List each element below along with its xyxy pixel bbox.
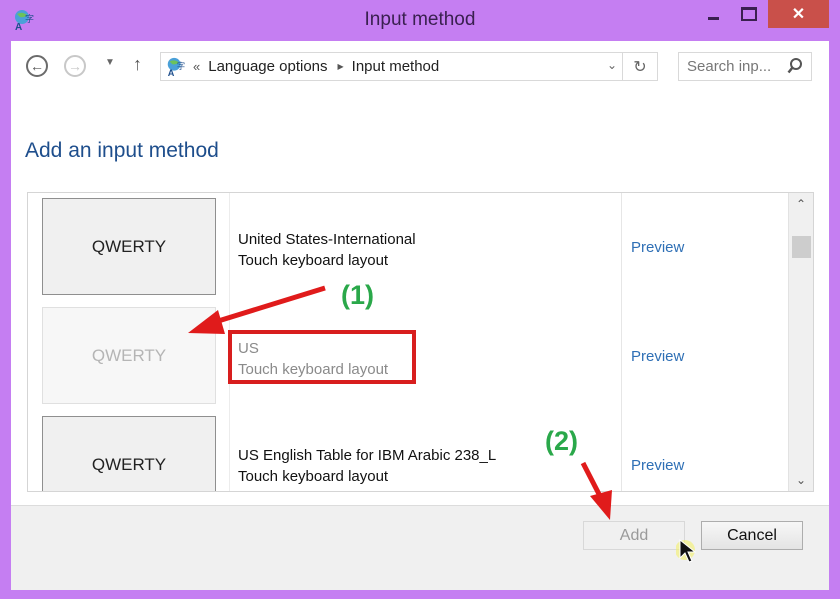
- keyboard-layout-tile[interactable]: QWERTY: [42, 416, 216, 491]
- up-button[interactable]: ↑: [133, 54, 142, 75]
- minimize-button[interactable]: [698, 0, 728, 28]
- recent-locations-button[interactable]: ▼: [105, 57, 115, 68]
- svg-text:A: A: [168, 68, 175, 78]
- window-content: ← → ▼ ↑ A 字 « Language options ▶ Input m…: [11, 41, 829, 590]
- close-button[interactable]: ✕: [768, 0, 829, 28]
- scroll-up-icon[interactable]: ⌃: [789, 197, 813, 211]
- title-bar: A 字 Input method ✕: [0, 0, 840, 40]
- tile-divider: [229, 193, 230, 302]
- back-button[interactable]: ←: [26, 55, 48, 77]
- navigation-bar: ← → ▼ ↑ A 字 « Language options ▶ Input m…: [11, 41, 829, 91]
- annotation-step-2: (2): [545, 426, 578, 456]
- breadcrumb-language-options[interactable]: Language options: [208, 58, 327, 75]
- dialog-footer: Add Cancel: [11, 505, 829, 590]
- cancel-button[interactable]: Cancel: [701, 521, 803, 550]
- preview-link[interactable]: Preview: [631, 348, 684, 365]
- vertical-scrollbar[interactable]: ⌃ ⌄: [788, 193, 813, 491]
- add-button[interactable]: Add: [583, 521, 685, 550]
- item-type: Touch keyboard layout: [238, 468, 389, 485]
- breadcrumb-overflow-icon[interactable]: «: [193, 59, 200, 74]
- item-type: Touch keyboard layout: [238, 252, 389, 269]
- preview-link[interactable]: Preview: [631, 239, 684, 256]
- maximize-button[interactable]: [734, 0, 764, 28]
- keyboard-layout-tile[interactable]: QWERTY: [42, 198, 216, 295]
- list-item[interactable]: QWERTY US English Table for IBM Arabic 2…: [28, 411, 790, 491]
- breadcrumb-separator-icon[interactable]: ▶: [338, 62, 344, 71]
- minimize-icon: [707, 16, 719, 20]
- address-dropdown-icon[interactable]: ⌄: [607, 58, 617, 72]
- forward-arrow-icon: →: [68, 58, 82, 74]
- page-title: Add an input method: [25, 139, 219, 162]
- scrollbar-thumb[interactable]: [792, 236, 811, 258]
- search-input[interactable]: [685, 57, 787, 76]
- maximize-icon: [741, 7, 757, 21]
- input-method-list: QWERTY United States-International Touch…: [27, 192, 814, 492]
- close-icon: ✕: [791, 6, 806, 23]
- svg-text:字: 字: [177, 60, 185, 70]
- scroll-down-icon[interactable]: ⌄: [789, 473, 813, 487]
- up-arrow-icon: ↑: [133, 54, 142, 74]
- item-name: US English Table for IBM Arabic 238_L: [238, 447, 497, 464]
- back-arrow-icon: ←: [30, 58, 44, 74]
- search-icon[interactable]: [787, 57, 803, 75]
- preview-link[interactable]: Preview: [631, 457, 684, 474]
- item-description: United States-International Touch keyboa…: [238, 229, 416, 271]
- annotation-highlight-box: [228, 330, 416, 384]
- keyboard-layout-tile: QWERTY: [42, 307, 216, 404]
- refresh-icon: ↻: [633, 58, 647, 76]
- mouse-cursor-icon: [676, 538, 697, 563]
- forward-button[interactable]: →: [64, 55, 86, 77]
- annotation-step-1: (1): [341, 280, 374, 310]
- search-box[interactable]: [678, 52, 812, 81]
- tile-divider: [229, 411, 230, 491]
- refresh-button[interactable]: ↻: [622, 53, 657, 80]
- list-item[interactable]: QWERTY United States-International Touch…: [28, 193, 790, 302]
- language-globe-icon: A 字: [167, 57, 185, 78]
- item-name: United States-International: [238, 231, 416, 248]
- breadcrumb-input-method[interactable]: Input method: [352, 58, 440, 75]
- chevron-down-icon: ▼: [105, 57, 115, 68]
- item-description: US English Table for IBM Arabic 238_L To…: [238, 445, 496, 487]
- address-bar[interactable]: A 字 « Language options ▶ Input method ⌄ …: [160, 52, 658, 81]
